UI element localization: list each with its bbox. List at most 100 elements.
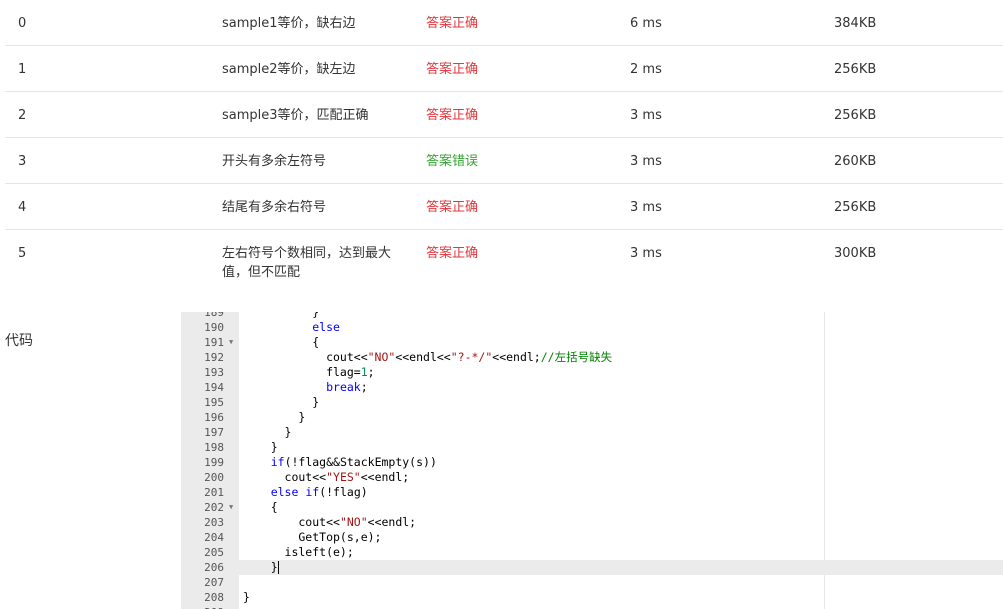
case-status: 答案正确 [426, 16, 479, 31]
line-number: 195 [204, 396, 224, 409]
code-text: GetTop(s,e); [243, 530, 382, 544]
code-line[interactable]: 199 if(!flag&&StackEmpty(s)) [181, 455, 1003, 470]
code-line[interactable]: 193 flag=1; [181, 365, 1003, 380]
result-row: 2 sample3等价，匹配正确 答案正确 3 ms 256KB [5, 92, 1003, 138]
code-text: if(!flag&&StackEmpty(s)) [270, 455, 437, 469]
case-id: 2 [18, 108, 27, 123]
case-memory: 260KB [834, 154, 877, 169]
code-line[interactable]: 202 ▼ { [181, 500, 1003, 515]
code-text: } [243, 425, 292, 439]
code-line[interactable]: 194 break; [181, 380, 1003, 395]
case-memory: 256KB [834, 62, 877, 77]
case-description: 开头有多余左符号 [222, 154, 327, 169]
case-description: sample3等价，匹配正确 [222, 108, 369, 123]
line-number: 209 [181, 605, 224, 609]
case-description: sample2等价，缺左边 [222, 62, 356, 77]
line-number: 206 [204, 561, 224, 574]
fold-toggle-icon[interactable]: ▼ [229, 500, 233, 515]
code-text: cout<<"YES"<<endl; [243, 470, 410, 484]
case-id: 4 [18, 200, 27, 215]
line-number: 203 [204, 516, 224, 529]
case-id: 5 [18, 246, 27, 261]
fold-toggle-icon[interactable]: ▼ [229, 335, 233, 350]
case-memory: 384KB [834, 16, 877, 31]
code-text: } [243, 395, 320, 409]
result-row: 4 结尾有多余右符号 答案正确 3 ms 256KB [5, 184, 1003, 230]
code-editor[interactable]: 189 } 190 else 191 ▼ {192 cout<<"NO"<<endl<… [181, 312, 1003, 609]
code-line[interactable]: 191 ▼ { [181, 335, 1003, 350]
line-number: 202 [204, 501, 224, 514]
line-number: 205 [204, 546, 224, 559]
code-line[interactable]: 207 [181, 575, 1003, 590]
code-text: { [243, 335, 320, 349]
line-number: 200 [204, 471, 224, 484]
line-number: 194 [204, 381, 224, 394]
code-line[interactable]: 195 } [181, 395, 1003, 410]
case-status: 答案正确 [426, 108, 479, 123]
code-text: { [243, 500, 278, 514]
code-line[interactable]: 198 } [181, 440, 1003, 455]
code-label: 代码 [5, 333, 33, 349]
code-line[interactable]: 189 } [181, 312, 1003, 320]
line-number: 199 [204, 456, 224, 469]
line-number: 208 [204, 591, 224, 604]
code-text: else if(!flag) [270, 485, 368, 499]
text-cursor [278, 561, 279, 574]
case-status: 答案正确 [426, 200, 479, 215]
code-line[interactable]: 205 isleft(e); [181, 545, 1003, 560]
code-line[interactable]: 190 else [181, 320, 1003, 335]
result-row: 1 sample2等价，缺左边 答案正确 2 ms 256KB [5, 46, 1003, 92]
line-number: 197 [204, 426, 224, 439]
case-memory: 300KB [834, 246, 877, 261]
line-number: 196 [204, 411, 224, 424]
case-time: 2 ms [630, 62, 662, 77]
line-number: 191 [204, 336, 224, 349]
result-row: 0 sample1等价，缺右边 答案正确 6 ms 384KB [5, 0, 1003, 46]
case-description: 左右符号个数相同，达到最大值，但不匹配 [222, 246, 392, 280]
code-line[interactable]: 201 else if(!flag) [181, 485, 1003, 500]
case-id: 0 [18, 16, 27, 31]
code-text: } [243, 560, 278, 574]
code-line[interactable]: 206 } [181, 560, 1003, 575]
case-id: 3 [18, 154, 27, 169]
code-text: flag=1; [243, 365, 375, 379]
code-text: cout<<"NO"<<endl<<"?-*/"<<endl;//左括号缺失 [243, 350, 613, 364]
code-line[interactable]: 208} [181, 590, 1003, 605]
case-memory: 256KB [834, 108, 877, 123]
case-memory: 256KB [834, 200, 877, 215]
case-time: 6 ms [630, 16, 662, 31]
line-number: 204 [204, 531, 224, 544]
case-description: 结尾有多余右符号 [222, 200, 327, 215]
results-table: 0 sample1等价，缺右边 答案正确 6 ms 384KB 1 sample2等价，缺左… [5, 0, 1003, 291]
code-line[interactable]: 196 } [181, 410, 1003, 425]
result-row: 5 左右符号个数相同，达到最大值，但不匹配 答案正确 3 ms 300KB [5, 230, 1003, 291]
code-lines[interactable]: 189 } 190 else 191 ▼ {192 cout<<"NO"<<endl<… [181, 312, 1003, 609]
case-time: 3 ms [630, 246, 662, 261]
line-number: 201 [204, 486, 224, 499]
line-number: 193 [204, 366, 224, 379]
case-status: 答案错误 [426, 154, 479, 169]
code-text: isleft(e); [243, 545, 354, 559]
code-text: } [243, 312, 320, 319]
code-line[interactable]: 192 cout<<"NO"<<endl<<"?-*/"<<endl;//左括号… [181, 350, 1003, 365]
line-number: 189 [204, 312, 224, 319]
code-text: else [312, 320, 340, 334]
code-text: } [243, 590, 250, 604]
case-id: 1 [18, 62, 27, 77]
code-text: } [243, 440, 278, 454]
code-line[interactable]: 200 cout<<"YES"<<endl; [181, 470, 1003, 485]
code-line[interactable]: 209 [181, 605, 1003, 609]
code-line[interactable]: 204 GetTop(s,e); [181, 530, 1003, 545]
case-time: 3 ms [630, 108, 662, 123]
line-number: 198 [204, 441, 224, 454]
line-number: 207 [204, 576, 224, 589]
case-time: 3 ms [630, 154, 662, 169]
code-text: cout<<"NO"<<endl; [243, 515, 417, 529]
code-text: break; [326, 380, 368, 394]
line-number: 190 [204, 321, 224, 334]
code-line[interactable]: 197 } [181, 425, 1003, 440]
case-status: 答案正确 [426, 246, 479, 261]
case-description: sample1等价，缺右边 [222, 16, 356, 31]
case-status: 答案正确 [426, 62, 479, 77]
code-line[interactable]: 203 cout<<"NO"<<endl; [181, 515, 1003, 530]
